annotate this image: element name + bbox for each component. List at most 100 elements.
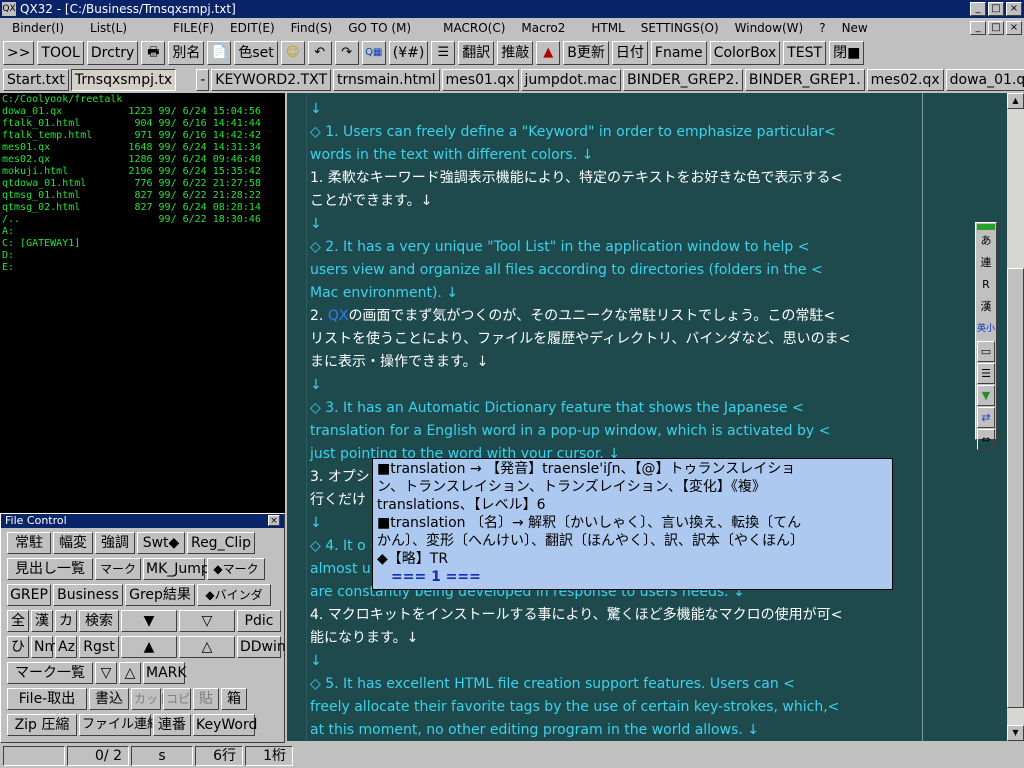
emphasis-button[interactable]: 強調 <box>95 532 135 554</box>
menu-html[interactable]: HTML <box>587 21 628 35</box>
editor-line[interactable]: ↓ <box>310 374 930 397</box>
expand-button[interactable]: >> <box>3 41 35 65</box>
mark-set-button[interactable]: MARK <box>143 662 187 684</box>
editor-line[interactable]: 4. マクロキットをインストールする事により、驚くほど多機能なマクロの使用が可< <box>310 604 930 627</box>
write-button[interactable]: 書込 <box>89 688 129 710</box>
up-filled-button[interactable]: ▲ <box>121 636 177 658</box>
editor-line[interactable]: ◇ 3. It has an Automatic Dictionary feat… <box>310 397 930 420</box>
doc-close-button[interactable]: × <box>1006 21 1022 35</box>
tab-keyword2[interactable]: KEYWORD2.TXT <box>211 69 332 91</box>
tab-binder-grep1[interactable]: BINDER_GREP1. <box>744 69 865 91</box>
file-row[interactable]: qtmsg_02.html 827 99/ 6/24 08:28:14 <box>2 202 283 214</box>
text-editor[interactable]: ↓ ◇ 1. Users can freely define a "Keyword… <box>287 93 1007 741</box>
menu-goto[interactable]: GO TO (M) <box>344 21 415 35</box>
resident-button[interactable]: 常駐 <box>7 532 51 554</box>
file-extract-button[interactable]: File-取出 <box>7 688 87 710</box>
continuous-mode-icon[interactable]: 連 <box>977 253 995 274</box>
editor-line[interactable]: ことができます。↓ <box>310 190 930 213</box>
katakana-button[interactable]: カ <box>55 610 77 632</box>
translate-button[interactable]: 翻訳 <box>458 41 495 65</box>
menu-window[interactable]: Window(W) <box>731 21 808 35</box>
qx-tool-icon[interactable]: Q▦ <box>361 41 386 65</box>
file-row[interactable]: qtmsg_01.html 827 99/ 6/22 21:28:22 <box>2 190 283 202</box>
drive-row[interactable]: E: <box>2 262 283 274</box>
test-button[interactable]: TEST <box>783 41 827 65</box>
floating-toolbar-grip[interactable] <box>977 224 995 230</box>
mark-button[interactable]: マーク <box>95 558 141 580</box>
binder-toggle-button[interactable]: ◆バインダ <box>197 584 271 606</box>
editor-line[interactable]: ◇ 2. It has a very unique "Tool List" in… <box>310 236 930 259</box>
menu-find[interactable]: Find(S) <box>287 21 337 35</box>
file-row[interactable]: mes01.qx 1648 99/ 6/24 14:31:34 <box>2 142 283 154</box>
cut-button[interactable]: カット <box>131 688 170 710</box>
editor-line[interactable]: translation for a English word in a pop-… <box>310 420 930 443</box>
hiragana-button[interactable]: ひ <box>7 636 29 658</box>
editor-line[interactable]: freely allocate their favorite tags by t… <box>310 696 930 719</box>
maximize-button[interactable]: □ <box>988 2 1004 16</box>
drive-row[interactable]: A: <box>2 226 283 238</box>
english-lower-icon[interactable]: 英小 <box>977 319 995 340</box>
tab-binder-grep2[interactable]: BINDER_GREP2. <box>623 69 743 91</box>
swap-icon[interactable]: ⇄ <box>977 407 995 428</box>
hiragana-mode-icon[interactable]: あ <box>977 231 995 252</box>
dropdown-icon[interactable]: ▼ <box>977 385 995 406</box>
pdic-button[interactable]: Pdic <box>237 610 281 632</box>
menu-macro[interactable]: MACRO(C) <box>439 21 509 35</box>
menu-macro2[interactable]: Macro2 <box>517 21 569 35</box>
up-outline-button[interactable]: △ <box>179 636 235 658</box>
editor-text[interactable]: ↓ ◇ 1. Users can freely define a "Keyword… <box>310 98 930 741</box>
down-filled-button[interactable]: ▼ <box>121 610 177 632</box>
tool-button[interactable]: TOOL <box>37 41 84 65</box>
heading-list-button[interactable]: 見出し一覧 <box>7 558 93 580</box>
file-row[interactable]: ftalk_01.html 904 99/ 6/16 14:41:44 <box>2 118 283 130</box>
editor-line[interactable]: at this moment, no other editing program… <box>310 719 930 741</box>
width-button[interactable]: 幅変 <box>53 532 93 554</box>
az-button[interactable]: Az <box>55 636 77 658</box>
scroll-thumb[interactable] <box>1007 268 1024 708</box>
list-icon[interactable]: ☰ <box>431 41 456 65</box>
reverse-icon[interactable]: R <box>977 275 995 296</box>
nm-button[interactable]: Nm <box>31 636 58 658</box>
mark-up-button[interactable]: △ <box>119 662 141 684</box>
app-icon[interactable]: QX <box>2 2 16 16</box>
menu-edit[interactable]: EDIT(E) <box>226 21 279 35</box>
document-list-icon[interactable]: ☰ <box>977 363 995 384</box>
scroll-up-icon[interactable]: ▲ <box>1007 93 1024 109</box>
redo-icon[interactable]: ↷ <box>334 41 359 65</box>
paste-button[interactable]: 貼 <box>193 688 219 710</box>
drive-row[interactable]: D: <box>2 250 283 262</box>
file-row[interactable]: mokuji.html 2196 99/ 6/24 15:35:42 <box>2 166 283 178</box>
tab-mes01[interactable]: mes01.qx <box>441 69 519 91</box>
file-control-close-icon[interactable]: × <box>268 515 280 526</box>
tab-dowa01[interactable]: dowa_01.qx <box>945 69 1024 91</box>
parent-dir-row[interactable]: /.. 99/ 6/22 18:30:46 <box>2 214 283 226</box>
vertical-scrollbar[interactable]: ▲ ▼ <box>1007 93 1024 741</box>
editor-line[interactable]: まに表示・操作できます。↓ <box>310 351 930 374</box>
editor-line[interactable]: ◇ 5. It has excellent HTML file creation… <box>310 673 930 696</box>
rename-button[interactable]: 別名 <box>168 41 205 65</box>
file-row[interactable]: qtdowa_01.html 776 99/ 6/22 21:27:58 <box>2 178 283 190</box>
mark-list-button[interactable]: マーク一覧 <box>7 662 93 684</box>
rgst-button[interactable]: Rgst <box>79 636 119 658</box>
editor-line[interactable]: 能になります。↓ <box>310 627 930 650</box>
smiley-icon[interactable]: ☺ <box>280 41 305 65</box>
window-icon[interactable]: ▭ <box>977 341 995 362</box>
editor-line[interactable]: Mac environment). ↓ <box>310 282 930 305</box>
exchange-icon[interactable]: ⇔ <box>977 429 995 450</box>
menu-help[interactable]: ? <box>815 21 829 35</box>
drive-row[interactable]: C: [GATEWAY1] <box>2 238 283 250</box>
editor-line[interactable]: 2. QXの画面でまず気がつくのが、そのユニークな常駐リストでしょう。この常駐< <box>310 305 930 328</box>
editor-line[interactable]: users view and organize all files accord… <box>310 259 930 282</box>
box-button[interactable]: 箱 <box>221 688 247 710</box>
tab-jumpdot[interactable]: jumpdot.mac <box>520 69 622 91</box>
tab-trnsqxsmpj[interactable]: Trnsqxsmpj.tx <box>70 69 177 91</box>
tab-separator[interactable]: - <box>196 69 210 91</box>
color-set-button[interactable]: 色set <box>234 41 278 65</box>
menu-settings[interactable]: SETTINGS(O) <box>637 21 723 35</box>
proofread-button[interactable]: 推敲 <box>497 41 534 65</box>
ddwin-button[interactable]: DDwin <box>237 636 286 658</box>
scroll-down-icon[interactable]: ▼ <box>1007 725 1024 741</box>
doc-restore-button[interactable]: □ <box>988 21 1004 35</box>
editor-line[interactable]: ↓ <box>310 650 930 673</box>
search-button[interactable]: 検索 <box>79 610 119 632</box>
